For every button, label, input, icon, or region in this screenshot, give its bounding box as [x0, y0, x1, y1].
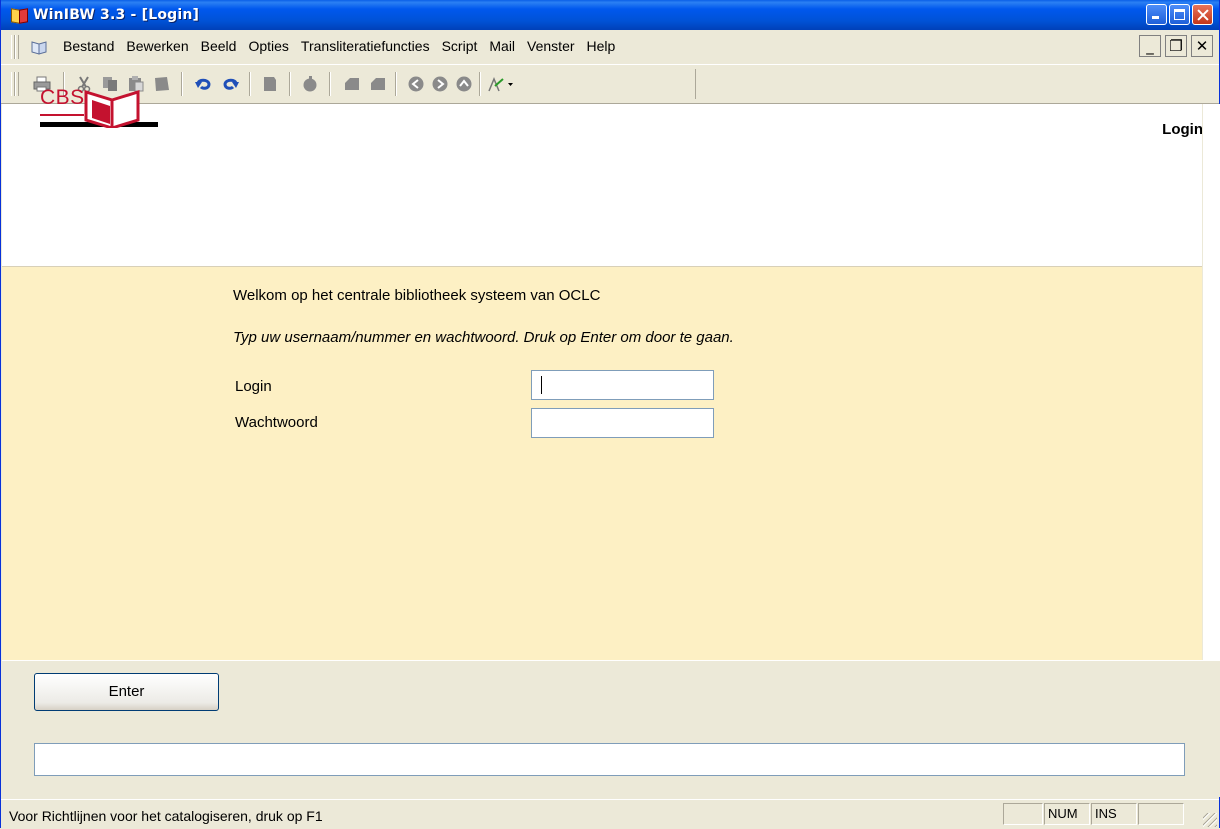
search-icon[interactable]	[301, 76, 319, 92]
command-input[interactable]	[34, 743, 1185, 776]
app-window: WinIBW 3.3 - [Login] Bestand Bewerken Be…	[0, 0, 1220, 829]
document-icon[interactable]	[261, 76, 279, 92]
status-ins: INS	[1091, 803, 1137, 825]
menu-bar: Bestand Bewerken Beeld Opties Transliter…	[1, 30, 1219, 65]
status-panel-empty-1	[1003, 803, 1043, 825]
page-title: Login	[1162, 121, 1203, 138]
text-caret	[541, 376, 542, 394]
close-icon: ✕	[1195, 37, 1209, 55]
previous-page-icon[interactable]	[343, 76, 361, 92]
status-panel-empty-2	[1138, 803, 1184, 825]
instruction-text: Typ uw usernaam/nummer en wachtwoord. Dr…	[233, 329, 734, 346]
login-form-panel	[2, 267, 1202, 660]
next-page-icon[interactable]	[369, 76, 387, 92]
cbs-logo: CBS	[40, 86, 158, 128]
password-label: Wachtwoord	[235, 414, 318, 431]
child-minimize-button[interactable]: _	[1139, 35, 1161, 57]
close-button[interactable]	[1192, 4, 1213, 25]
minimize-button[interactable]	[1146, 4, 1167, 25]
winibw-app-icon[interactable]	[11, 7, 28, 24]
redo-icon[interactable]	[221, 76, 239, 92]
back-icon[interactable]	[407, 76, 425, 92]
login-input[interactable]	[531, 370, 714, 400]
up-icon[interactable]	[455, 76, 473, 92]
menu-transliteratiefuncties[interactable]: Transliteratiefuncties	[301, 38, 430, 54]
menu-script[interactable]: Script	[442, 38, 478, 54]
window-title: WinIBW 3.3 - [Login]	[33, 7, 200, 23]
minimize-icon	[1152, 16, 1159, 19]
book-icon	[40, 89, 158, 128]
password-input[interactable]	[531, 408, 714, 438]
menu-bewerken[interactable]: Bewerken	[126, 38, 188, 54]
forward-icon[interactable]	[431, 76, 449, 92]
maximize-button[interactable]	[1169, 4, 1190, 25]
menu-beeld[interactable]: Beeld	[201, 38, 237, 54]
menu-mail[interactable]: Mail	[489, 38, 515, 54]
restore-icon: ❐	[1169, 37, 1183, 55]
menu-opties[interactable]: Opties	[248, 38, 288, 54]
scroll-edge	[1202, 104, 1220, 660]
menu-items: Bestand Bewerken Beeld Opties Transliter…	[63, 38, 627, 54]
menu-help[interactable]: Help	[587, 38, 616, 54]
minimize-icon: _	[1146, 37, 1154, 55]
resize-grip-icon[interactable]	[1203, 813, 1217, 827]
menu-bestand[interactable]: Bestand	[63, 38, 114, 54]
child-restore-button[interactable]: ❐	[1165, 35, 1187, 57]
status-message: Voor Richtlijnen voor het catalogiseren,…	[9, 808, 323, 824]
child-close-button[interactable]: ✕	[1191, 35, 1213, 57]
maximize-icon	[1174, 9, 1185, 20]
char-map-icon[interactable]	[487, 76, 515, 92]
menu-venster[interactable]: Venster	[527, 38, 574, 54]
status-bar: Voor Richtlijnen voor het catalogiseren,…	[1, 799, 1219, 829]
undo-icon[interactable]	[195, 76, 213, 92]
document-menu-icon[interactable]	[31, 39, 47, 55]
toolbar	[1, 65, 1219, 104]
login-label: Login	[235, 378, 272, 395]
enter-button[interactable]: Enter	[34, 673, 219, 711]
title-bar[interactable]: WinIBW 3.3 - [Login]	[1, 0, 1219, 30]
header-panel	[2, 104, 1202, 267]
status-num: NUM	[1044, 803, 1090, 825]
welcome-text: Welkom op het centrale bibliotheek syste…	[233, 287, 601, 304]
